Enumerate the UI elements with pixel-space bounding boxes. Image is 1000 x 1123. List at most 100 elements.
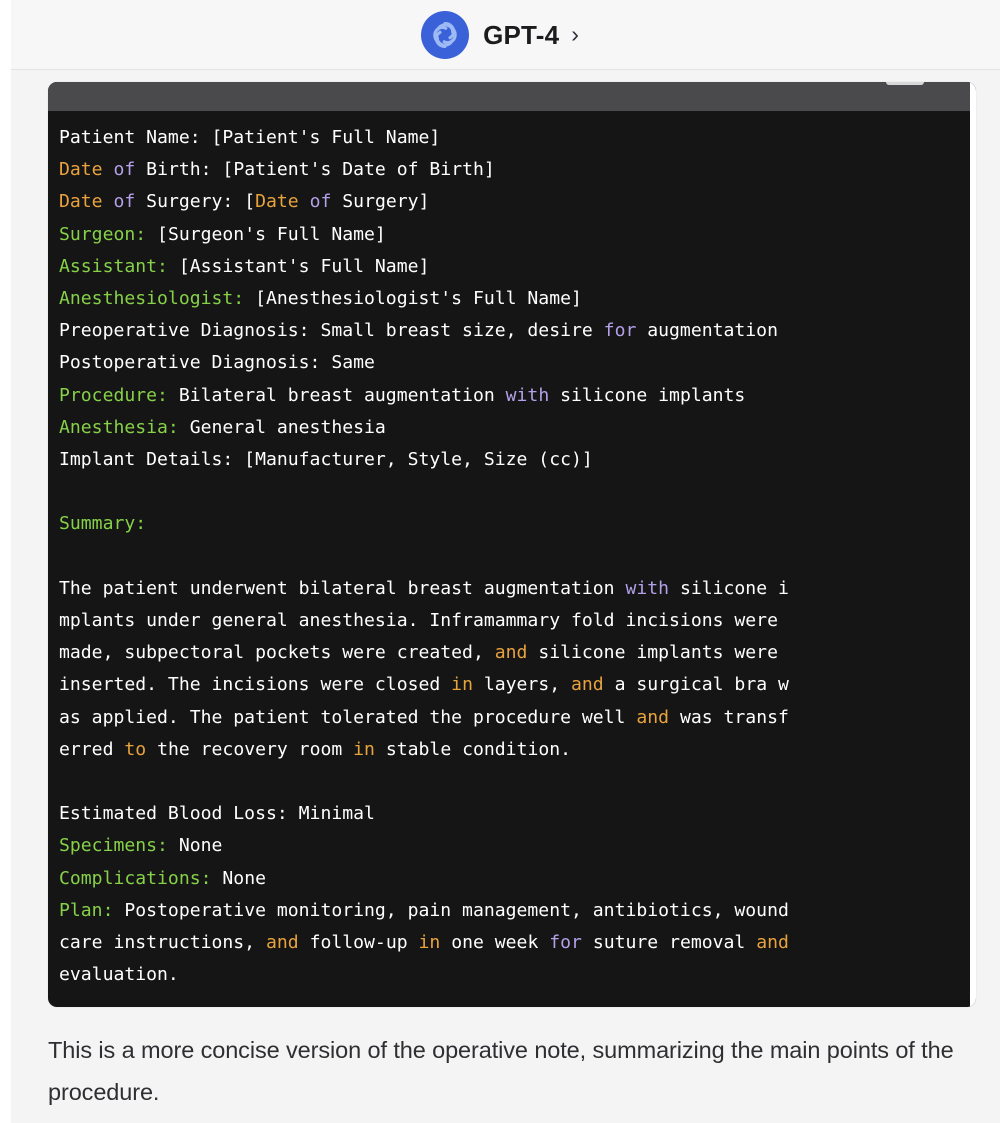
code-token: a surgical bra w: [603, 674, 789, 696]
code-token: one week: [440, 932, 550, 954]
code-token: in: [418, 932, 441, 954]
code-token: None: [211, 867, 266, 889]
code-token: None: [167, 835, 223, 857]
code-token: and: [494, 642, 528, 664]
code-token: [Surgeon's Full Name]: [146, 223, 386, 245]
code-token: Date: [59, 191, 103, 213]
code-line: Implant Details: [Manufacturer, Style, S…: [59, 444, 976, 476]
code-line: care instructions, and follow-up in one …: [59, 927, 976, 959]
code-token: Preoperative Diagnosis: Small breast siz…: [59, 320, 604, 342]
code-line: The patient underwent bilateral breast a…: [59, 573, 976, 605]
code-token: Procedure:: [59, 384, 168, 406]
code-line: Patient Name: [Patient's Full Name]: [59, 122, 976, 154]
app-header: GPT-4 ›: [0, 0, 1000, 70]
code-token: Birth: [Patient's Date of Birth]: [135, 159, 495, 181]
code-token: mplants under general anesthesia. Infram…: [59, 610, 778, 632]
code-line: Date of Surgery: [Date of Surgery]: [59, 186, 976, 218]
code-line: erred to the recovery room in stable con…: [59, 734, 976, 766]
code-token: [Assistant's Full Name]: [167, 255, 430, 277]
code-token: for: [549, 932, 582, 954]
code-token: of: [113, 159, 136, 181]
code-line: Date of Birth: [Patient's Date of Birth]: [59, 154, 976, 186]
code-token: Estimated Blood Loss: Minimal: [59, 803, 375, 825]
code-token: General anesthesia: [178, 416, 386, 438]
code-token: silicone i: [669, 577, 789, 599]
code-token: Surgery: [: [135, 191, 256, 213]
code-token: and: [571, 674, 604, 696]
openai-logo-icon: [421, 10, 470, 59]
code-token: of: [113, 191, 136, 213]
code-token: suture removal: [581, 932, 757, 954]
code-token: the recovery room: [146, 738, 354, 760]
code-token: Summary:: [59, 513, 147, 535]
code-token: silicone implants: [549, 384, 746, 406]
code-token: Postoperative Diagnosis: Same: [59, 352, 375, 374]
code-token: and: [756, 932, 789, 954]
code-token: Surgery]: [331, 191, 430, 213]
code-line: Anesthesiologist: [Anesthesiologist's Fu…: [59, 283, 976, 315]
code-token: Implant Details: [Manufacturer, Style, S…: [59, 449, 593, 471]
code-token: of: [309, 191, 332, 213]
code-line: Preoperative Diagnosis: Small breast siz…: [59, 315, 976, 347]
code-token: care instructions,: [59, 932, 266, 954]
code-line: Surgeon: [Surgeon's Full Name]: [59, 219, 976, 251]
code-line: Specimens: None: [59, 830, 976, 862]
code-token: was transf: [669, 706, 789, 728]
code-token: The patient underwent bilateral breast a…: [59, 577, 626, 599]
left-gutter: [0, 0, 11, 1123]
code-token: Postoperative monitoring, pain managemen…: [113, 899, 789, 921]
code-token: erred: [59, 738, 125, 760]
code-token: Patient Name: [Patient's Full Name]: [59, 127, 441, 148]
code-line: Anesthesia: General anesthesia: [59, 412, 976, 444]
code-token: with: [505, 384, 550, 406]
code-block-content[interactable]: Patient Name: [Patient's Full Name] Date …: [48, 111, 976, 991]
code-token: Plan:: [59, 899, 114, 921]
code-line: Plan: Postoperative monitoring, pain man…: [59, 895, 976, 927]
code-line: made, subpectoral pockets were created, …: [59, 637, 976, 669]
model-selector-button[interactable]: GPT-4 ›: [415, 9, 585, 61]
code-token: [Anesthesiologist's Full Name]: [244, 288, 582, 310]
code-token: Specimens:: [59, 835, 168, 857]
code-line: Summary:: [59, 508, 976, 540]
code-token: silicone implants were: [527, 642, 778, 664]
code-token: as applied. The patient tolerated the pr…: [59, 706, 637, 728]
code-token: Complications:: [59, 867, 212, 889]
code-token: in: [353, 738, 375, 760]
code-token: follow-up: [298, 932, 419, 954]
code-token: Date: [255, 191, 299, 213]
code-token: and: [636, 706, 670, 728]
code-line: Procedure: Bilateral breast augmentation…: [59, 380, 976, 412]
code-block-scrollbar[interactable]: [970, 82, 976, 1007]
code-token: Anesthesia:: [59, 416, 179, 438]
code-token: Assistant:: [59, 255, 168, 277]
chat-screen: GPT-4 › Patient Name: [Patient's Full Na…: [0, 0, 1000, 1123]
code-token: Bilateral breast augmentation: [167, 384, 506, 406]
code-token: in: [451, 674, 473, 696]
code-token: inserted. The incisions were closed: [59, 674, 452, 696]
code-token: and: [265, 932, 299, 954]
code-line: Complications: None: [59, 863, 976, 895]
code-line: as applied. The patient tolerated the pr…: [59, 702, 976, 734]
code-line: Postoperative Diagnosis: Same: [59, 347, 976, 379]
code-block[interactable]: Patient Name: [Patient's Full Name] Date …: [48, 82, 976, 1007]
code-token: for: [603, 320, 637, 342]
code-token: Date: [59, 159, 103, 181]
code-token: made, subpectoral pockets were created,: [59, 642, 495, 664]
chevron-right-icon[interactable]: ›: [571, 23, 579, 46]
code-token: evaluation.: [59, 964, 179, 986]
code-block-header-handle[interactable]: [886, 82, 924, 85]
code-token: with: [625, 577, 670, 599]
code-line: Assistant: [Assistant's Full Name]: [59, 251, 976, 283]
assistant-message: Patient Name: [Patient's Full Name] Date …: [11, 71, 1000, 1123]
code-token: to: [124, 738, 147, 760]
code-line: evaluation.: [59, 959, 976, 991]
code-token: stable condition.: [374, 738, 572, 760]
code-line: inserted. The incisions were closed in l…: [59, 669, 976, 701]
code-line: Estimated Blood Loss: Minimal: [59, 798, 976, 830]
